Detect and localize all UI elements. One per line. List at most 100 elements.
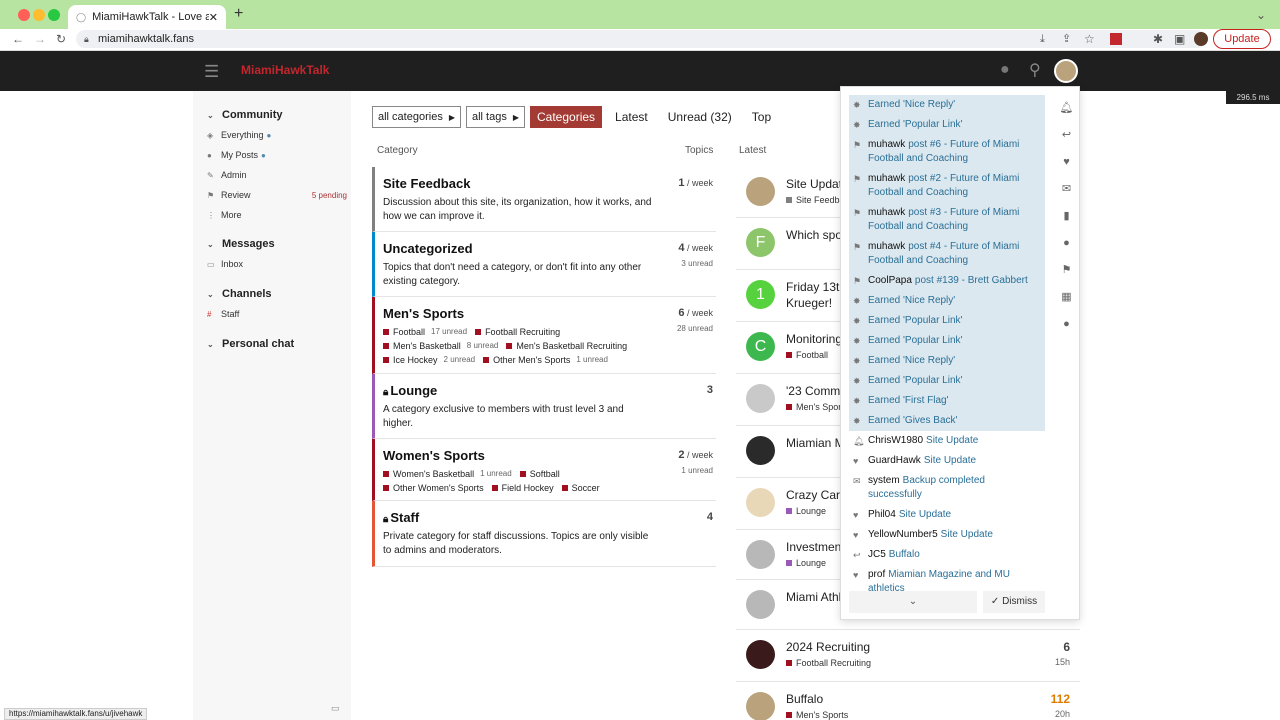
subcategory-link[interactable]: Women's Basketball 1 unread — [383, 467, 512, 481]
sidebar-section-community[interactable]: ⌄ Community — [207, 109, 283, 121]
minimize-window-button[interactable] — [33, 9, 45, 21]
category-name[interactable]: 🔒︎ Staff — [383, 510, 716, 525]
subcategory-link[interactable]: Football 17 unread — [383, 325, 467, 339]
tab-latest[interactable]: Latest — [608, 106, 655, 128]
notification-item[interactable]: 🔔︎ ChrisW1980 Site Update — [849, 431, 1045, 451]
unread-count[interactable]: 28 unread — [677, 324, 713, 333]
notification-item[interactable]: ↩ JC5 Buffalo — [849, 545, 1045, 565]
category-name[interactable]: 🔒︎ Lounge — [383, 383, 716, 398]
category-name[interactable]: Women's Sports — [383, 448, 716, 463]
latest-topic-row[interactable]: 2024 Recruiting Football Recruiting 6 15h — [736, 630, 1080, 682]
subcategory-link[interactable]: Men's Basketball Recruiting — [506, 339, 627, 353]
topic-avatar[interactable] — [746, 540, 775, 569]
category-row[interactable]: Men's Sports Football 17 unread Football … — [372, 297, 716, 374]
review-flag-icon[interactable]: ⚑ — [1053, 257, 1080, 284]
notification-item[interactable]: ✸ Earned 'Gives Back' — [849, 411, 1045, 431]
search-icon[interactable]: ⚲ — [1029, 60, 1041, 80]
dismiss-button[interactable]: ✓ Dismiss — [983, 591, 1045, 613]
topic-avatar[interactable] — [746, 436, 775, 465]
notification-item[interactable]: ⚑ muhawk post #3 - Future of Miami Footbal… — [849, 203, 1045, 237]
subcategory-link[interactable]: Football Recruiting — [475, 325, 560, 339]
likes-icon[interactable]: ♥ — [1053, 149, 1080, 176]
chat-icon[interactable]: ● — [1000, 61, 1010, 79]
topic-title-line2[interactable]: Krueger! — [786, 296, 832, 310]
all-categories-dropdown[interactable]: all categories ▶ — [372, 106, 461, 128]
hamburger-menu-icon[interactable]: ☰ — [204, 62, 219, 82]
close-tab-icon[interactable]: ✕ — [209, 11, 218, 24]
topic-category[interactable]: Football — [786, 350, 828, 360]
sidebar-item-review[interactable]: ⚑ Review 5 pending — [207, 190, 347, 200]
notification-item[interactable]: ♥ YellowNumber5 Site Update — [849, 525, 1045, 545]
tab-categories[interactable]: Categories — [530, 106, 603, 128]
category-name[interactable]: Site Feedback — [383, 176, 716, 191]
browser-update-button[interactable]: Update — [1213, 29, 1271, 49]
profile-icon[interactable]: ● — [1053, 311, 1080, 338]
topic-title[interactable]: '23 Commi — [786, 384, 843, 398]
topic-avatar[interactable] — [746, 177, 775, 206]
category-name[interactable]: Uncategorized — [383, 241, 716, 256]
sidebar-section-messages[interactable]: ⌄ Messages — [207, 238, 275, 250]
topic-category[interactable]: Men's Sport — [786, 402, 844, 412]
sidebar-item-admin[interactable]: ✎ Admin — [207, 170, 347, 180]
bookmark-star-icon[interactable]: ☆ — [1084, 32, 1095, 46]
subcategory-link[interactable]: Men's Basketball 8 unread — [383, 339, 498, 353]
tab-unread[interactable]: Unread (32) — [661, 106, 739, 128]
sidebar-toggle-icon[interactable]: ▭ — [331, 703, 340, 714]
notification-item[interactable]: ⚑ muhawk post #6 - Future of Miami Footbal… — [849, 135, 1045, 169]
subcategory-link[interactable]: Soccer — [561, 481, 600, 495]
sidebar-section-channels[interactable]: ⌄ Channels — [207, 288, 272, 300]
topic-title[interactable]: Miami Athl — [786, 590, 841, 604]
topic-avatar[interactable] — [746, 488, 775, 517]
subcategory-link[interactable]: Softball — [519, 467, 560, 481]
topic-category[interactable]: Men's Sports — [786, 710, 848, 720]
bookmarks-icon[interactable]: ▮ — [1053, 203, 1080, 230]
new-tab-icon[interactable]: + — [234, 6, 243, 22]
unread-count[interactable]: 3 unread — [678, 259, 713, 268]
topic-category[interactable]: Lounge — [786, 506, 826, 516]
notification-item[interactable]: ⚑ CoolPapa post #139 - Brett Gabbert — [849, 271, 1045, 291]
notification-item[interactable]: ✸ Earned 'Nice Reply' — [849, 95, 1045, 115]
replies-icon[interactable]: ↩ — [1053, 122, 1080, 149]
tab-top[interactable]: Top — [745, 106, 778, 128]
sidepanel-icon[interactable]: ▣ — [1174, 32, 1185, 46]
subcategory-link[interactable]: Other Men's Sports 1 unread — [483, 353, 608, 367]
subcategory-link[interactable]: Ice Hockey 2 unread — [383, 353, 475, 367]
reload-icon[interactable]: ↻ — [56, 32, 66, 46]
category-row[interactable]: 🔒︎ Staff Private category for staff discu… — [372, 501, 716, 567]
notification-item[interactable]: ✸ Earned 'Nice Reply' — [849, 291, 1045, 311]
profile-avatar[interactable] — [1194, 32, 1208, 46]
sidebar-item-everything[interactable]: ◈ Everything ● — [207, 130, 347, 140]
topic-title[interactable]: Crazy Car — [786, 488, 840, 502]
all-tags-dropdown[interactable]: all tags ▶ — [465, 106, 525, 128]
topic-category[interactable]: Lounge — [786, 558, 826, 568]
download-icon[interactable]: ⤓ — [1040, 32, 1045, 46]
topic-avatar[interactable] — [746, 640, 775, 669]
notification-item[interactable]: ✸ Earned 'Popular Link' — [849, 115, 1045, 135]
close-window-button[interactable] — [18, 9, 30, 21]
topic-title[interactable]: Monitoring — [786, 332, 842, 346]
category-row[interactable]: Site Feedback Discussion about this site… — [372, 167, 716, 232]
sidebar-item-my-posts[interactable]: ● My Posts ● — [207, 150, 347, 160]
notification-item[interactable]: ✸ Earned 'Popular Link' — [849, 331, 1045, 351]
topic-title[interactable]: Investment — [786, 540, 845, 554]
extensions-puzzle-icon[interactable]: ✱ — [1153, 32, 1163, 46]
tab-search-chevron-icon[interactable]: ⌄ — [1256, 8, 1266, 22]
topic-title[interactable]: 2024 Recruiting — [786, 640, 870, 654]
topic-avatar[interactable]: 1 — [746, 280, 775, 309]
sidebar-item-staff-channel[interactable]: # Staff — [207, 309, 347, 319]
category-row[interactable]: Uncategorized Topics that don't need a c… — [372, 232, 716, 297]
browser-tab[interactable]: ◯ MiamiHawkTalk - Love and Honor ✕ — [68, 5, 226, 29]
user-avatar-button[interactable] — [1054, 59, 1078, 83]
topic-title[interactable]: Miamian M — [786, 436, 845, 450]
notification-item[interactable]: ✸ Earned 'Popular Link' — [849, 311, 1045, 331]
notification-item[interactable]: ⚑ muhawk post #2 - Future of Miami Footbal… — [849, 169, 1045, 203]
topic-avatar[interactable] — [746, 384, 775, 413]
sidebar-item-more[interactable]: ⋮ More — [207, 210, 347, 220]
topic-avatar[interactable] — [746, 692, 775, 720]
notification-item[interactable]: ⚑ muhawk post #4 - Future of Miami Footbal… — [849, 237, 1045, 271]
sidebar-section-personal-chat[interactable]: ⌄ Personal chat — [207, 338, 294, 350]
notification-item[interactable]: ✸ Earned 'Nice Reply' — [849, 351, 1045, 371]
extension-icon[interactable] — [1110, 33, 1122, 45]
topic-category[interactable]: Football Recruiting — [786, 658, 871, 668]
notification-item[interactable]: ♥ Phil04 Site Update — [849, 505, 1045, 525]
